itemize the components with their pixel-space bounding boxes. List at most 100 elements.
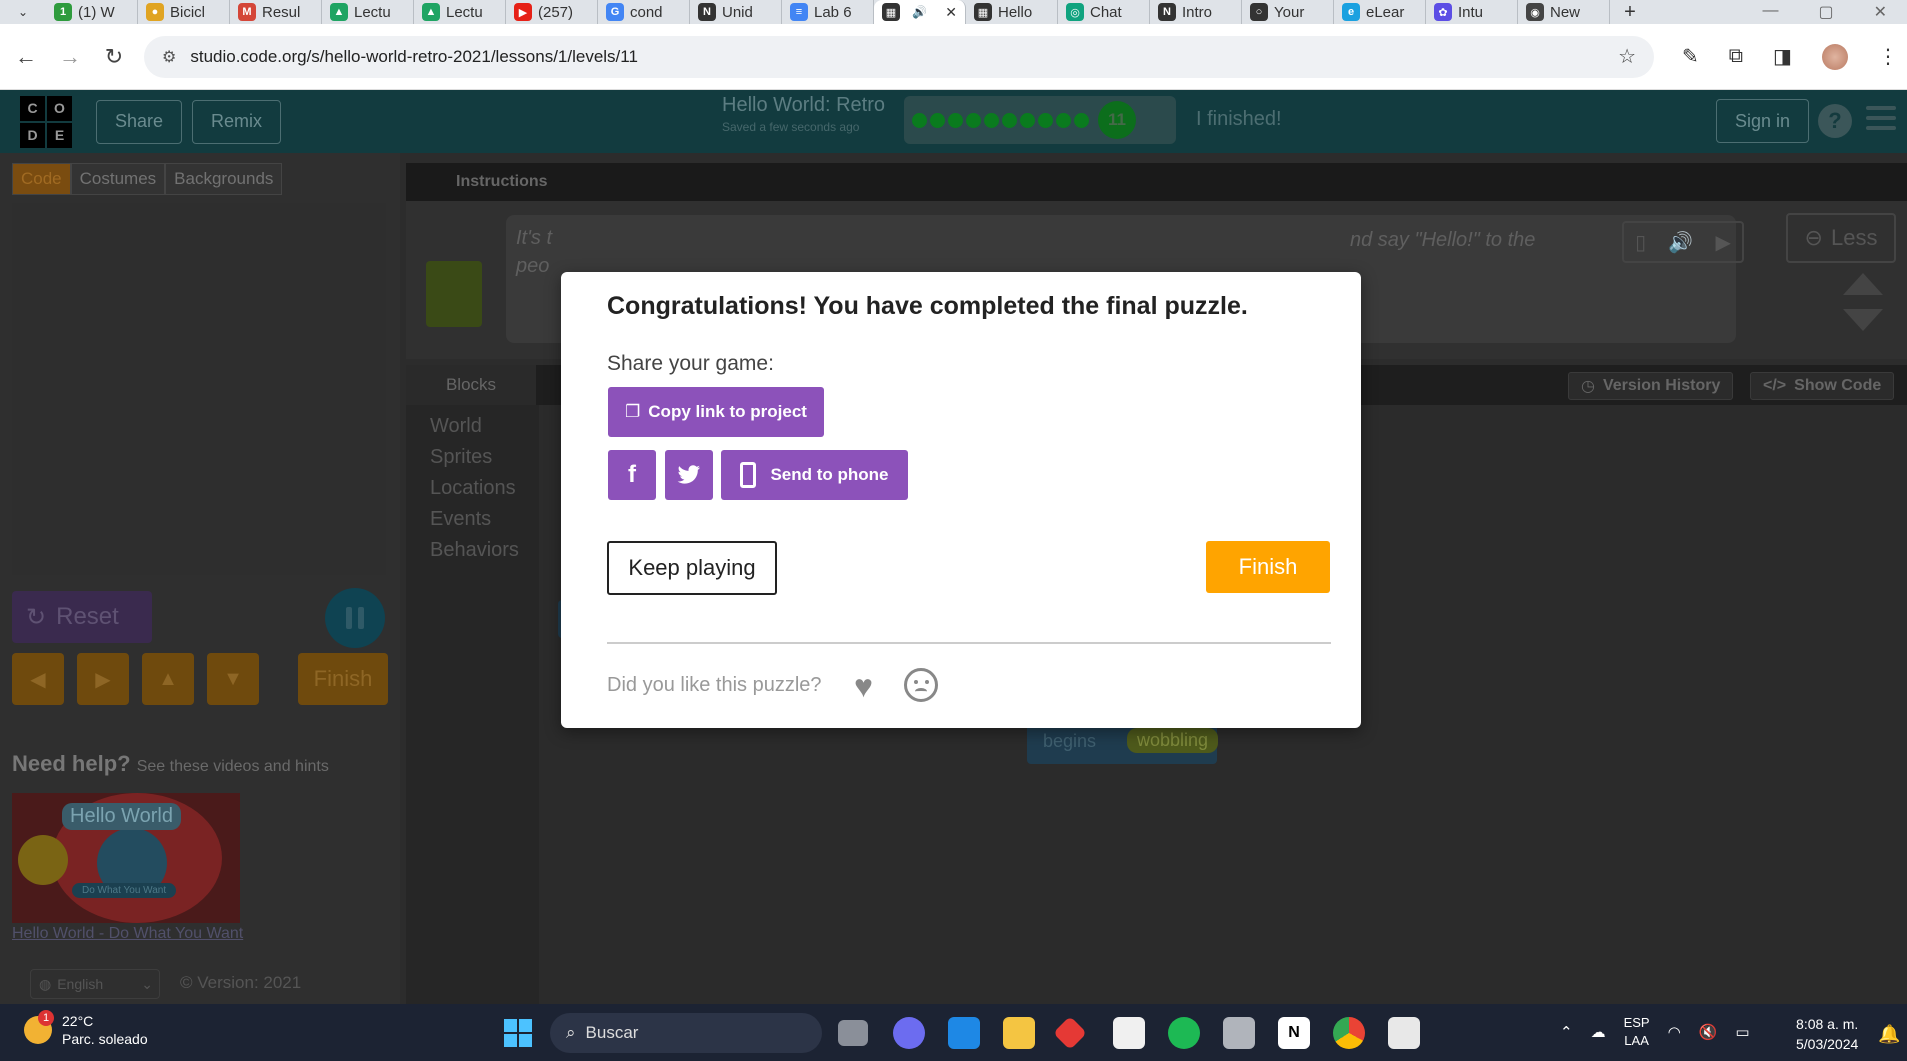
finish-button[interactable]: Finish [1206,541,1330,593]
help-video-thumbnail[interactable]: Hello World Do What You Want [12,793,240,923]
weather-widget[interactable]: 1 22°C Parc. soleado [24,1010,148,1048]
tab-close-icon[interactable]: ✕ [945,4,957,21]
play-icon[interactable]: ▶ [1715,230,1730,255]
browser-tab[interactable]: M Resul [230,0,322,24]
browser-tab[interactable]: ▦ Hello [966,0,1058,24]
chevron-up-icon[interactable]: ⌃ [1560,1023,1573,1041]
spotify-icon[interactable] [1168,1017,1200,1049]
category-world[interactable]: World [430,415,482,438]
browser-menu-icon[interactable]: ⋮ [1878,44,1898,69]
browser-tab[interactable]: ▦ 🔊 ✕ [874,0,966,24]
remix-button[interactable]: Remix [192,99,282,144]
completed-level-dot[interactable] [1020,112,1035,128]
browser-tab[interactable]: N Unid [690,0,782,24]
tab-audio-icon[interactable]: 🔊 [912,5,927,19]
code-org-logo[interactable]: C O D E [20,95,72,148]
block-wobbling-value[interactable]: wobbling [1127,728,1219,753]
browser-tab[interactable]: ▲ Lectu [322,0,414,24]
chrome-icon[interactable] [1333,1017,1365,1049]
send-to-phone-button[interactable]: Send to phone [721,450,908,500]
forward-icon[interactable]: → [52,39,88,75]
browser-tab[interactable]: ✿ Intu [1426,0,1518,24]
file-explorer-icon[interactable] [1003,1017,1035,1049]
snipping-tool-icon[interactable] [1388,1017,1420,1049]
browser-tab[interactable]: N Intro [1150,0,1242,24]
browser-tab[interactable]: ○ Your [1242,0,1334,24]
up-arrow-button[interactable]: ▲ [142,653,194,705]
completed-level-dot[interactable] [1038,112,1053,128]
completed-level-dot[interactable] [912,112,927,128]
category-behaviors[interactable]: Behaviors [430,539,519,562]
category-events[interactable]: Events [430,508,491,531]
onedrive-icon[interactable]: ☁ [1591,1023,1606,1041]
keep-playing-button[interactable]: Keep playing [607,541,777,595]
tab-code[interactable]: Code [12,163,71,195]
new-tab-button[interactable]: + [1610,1,1650,24]
frown-icon[interactable] [904,668,938,702]
anydesk-icon[interactable] [1053,1016,1087,1050]
browser-tab[interactable]: ◉ New [1518,0,1610,24]
completed-level-dot[interactable] [1002,112,1017,128]
version-history-button[interactable]: ◷ Version History [1568,372,1734,400]
side-panel-icon[interactable]: ◨ [1773,44,1792,69]
url-omnibox[interactable]: ⚙ studio.code.org/s/hello-world-retro-20… [144,35,1654,78]
completed-level-dot[interactable] [948,112,963,128]
site-info-icon[interactable]: ⚙ [162,47,176,67]
browser-tab[interactable]: ▲ Lectu [414,0,506,24]
blocks-tab[interactable]: Blocks [406,365,536,405]
vscode-icon[interactable] [948,1017,980,1049]
left-arrow-button[interactable]: ◀ [12,653,64,705]
pause-button[interactable] [325,588,385,648]
volume-muted-icon[interactable]: 🔇 [1699,1023,1718,1041]
bookmark-star-icon[interactable]: ☆ [1618,44,1636,69]
wifi-icon[interactable]: ◠ [1668,1023,1681,1041]
hamburger-menu-icon[interactable] [1866,106,1896,130]
completed-level-dot[interactable] [1056,112,1071,128]
input-language[interactable]: ESP LAA [1624,1014,1650,1050]
down-arrow-button[interactable]: ▼ [207,653,259,705]
language-select[interactable]: ◍ English ⌄ [30,969,160,999]
less-button[interactable]: ⊖ Less [1786,213,1896,263]
notion-icon[interactable]: N [1278,1017,1310,1049]
completed-level-dot[interactable] [1074,112,1089,128]
browser-tab[interactable]: ▶ (257) [506,0,598,24]
help-icon[interactable]: ? [1818,104,1852,138]
browser-tab[interactable]: e eLear [1334,0,1426,24]
tab-backgrounds[interactable]: Backgrounds [165,163,283,195]
instructions-tab[interactable]: Instructions [456,173,548,191]
extension-pin-icon[interactable]: ✎ [1682,44,1699,69]
browser-tab[interactable]: ◎ Chat [1058,0,1150,24]
close-window-icon[interactable]: ✕ [1874,2,1887,22]
battery-icon[interactable]: ▭ [1735,1023,1749,1041]
right-arrow-button[interactable]: ▶ [77,653,129,705]
taskbar-search[interactable]: ⌕ Buscar [550,1013,822,1053]
task-view-icon[interactable] [838,1020,868,1046]
category-locations[interactable]: Locations [430,477,516,500]
browser-tab[interactable]: Gcond [598,0,690,24]
browser-tab[interactable]: ● Bicicl [138,0,230,24]
extensions-icon[interactable]: ⧉ [1729,45,1743,68]
facebook-share-button[interactable]: f [608,450,656,500]
game-stage[interactable] [12,203,386,575]
sign-in-button[interactable]: Sign in [1716,99,1810,143]
tab-costumes[interactable]: Costumes [70,163,166,195]
help-video-link[interactable]: Hello World - Do What You Want [12,925,243,943]
finish-small-button[interactable]: Finish [298,653,388,705]
share-button[interactable]: Share [96,99,183,144]
file-archive-icon[interactable] [1223,1017,1255,1049]
clock[interactable]: 8:08 a. m. 5/03/2024 [1796,1014,1858,1054]
completed-level-dot[interactable] [930,112,945,128]
scroll-up-icon[interactable] [1843,273,1883,295]
read-aloud-icon[interactable]: ▯ [1635,230,1646,255]
minimize-icon[interactable]: — [1762,2,1778,22]
profile-avatar[interactable] [1821,43,1848,70]
reset-button[interactable]: ↻ Reset [12,591,152,643]
teams-chat-icon[interactable] [893,1017,925,1049]
browser-tab[interactable]: ≡ Lab 6 [782,0,874,24]
speaker-icon[interactable]: 🔊 [1668,230,1693,255]
twitter-share-button[interactable] [665,450,713,500]
copy-link-button[interactable]: ❐ Copy link to project [608,387,824,437]
back-icon[interactable]: ← [8,39,44,75]
heart-icon[interactable]: ♥ [854,668,873,705]
maximize-icon[interactable]: ▢ [1818,2,1833,22]
